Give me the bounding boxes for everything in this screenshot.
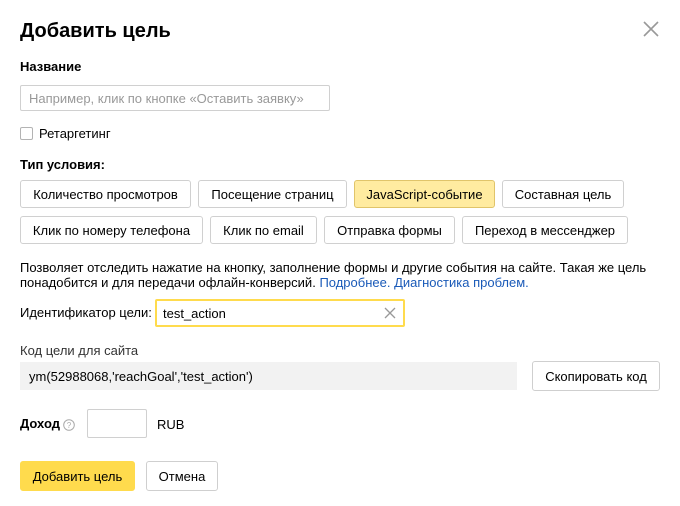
income-row: Доход ?	[20, 416, 75, 431]
copy-code-button[interactable]: Скопировать код	[532, 361, 660, 391]
chip-email-click[interactable]: Клик по email	[210, 216, 317, 244]
cancel-button[interactable]: Отмена	[146, 461, 218, 491]
income-label: Доход	[20, 416, 60, 431]
retargeting-label: Ретаргетинг	[39, 126, 111, 141]
chip-composite-goal[interactable]: Составная цель	[502, 180, 624, 208]
site-code-label: Код цели для сайта	[20, 343, 139, 358]
site-code-text: ym(52988068,'reachGoal','test_action')	[29, 368, 253, 384]
goal-id-input[interactable]	[157, 301, 377, 325]
svg-text:?: ?	[67, 421, 72, 430]
more-link[interactable]: Подробнее.	[319, 275, 390, 290]
chip-messenger[interactable]: Переход в мессенджер	[462, 216, 628, 244]
add-goal-dialog: Добавить цель Название Ретаргетинг Тип у…	[0, 0, 680, 506]
goal-id-field[interactable]	[155, 299, 405, 327]
chip-javascript-event[interactable]: JavaScript-событие	[354, 180, 495, 208]
condition-type-label: Тип условия:	[20, 157, 105, 172]
income-currency: RUB	[157, 417, 185, 432]
dialog-title: Добавить цель	[20, 20, 171, 42]
goal-id-label: Идентификатор цели:	[20, 305, 152, 320]
diagnostics-link[interactable]: Диагностика проблем.	[394, 275, 529, 290]
name-label: Название	[20, 59, 82, 74]
add-goal-button[interactable]: Добавить цель	[20, 461, 135, 491]
chip-page-visit[interactable]: Посещение страниц	[198, 180, 347, 208]
income-input[interactable]	[87, 409, 147, 438]
chip-phone-click[interactable]: Клик по номеру телефона	[20, 216, 203, 244]
condition-description: Позволяет отследить нажатие на кнопку, з…	[20, 260, 660, 290]
chip-views-count[interactable]: Количество просмотров	[20, 180, 191, 208]
goal-name-input[interactable]	[20, 85, 330, 111]
question-circle-icon[interactable]: ?	[63, 418, 75, 431]
retargeting-row[interactable]: Ретаргетинг	[20, 126, 111, 141]
site-code-value: ym(52988068,'reachGoal','test_action')	[20, 362, 517, 390]
close-icon[interactable]	[642, 20, 660, 38]
clear-icon[interactable]	[383, 306, 397, 320]
retargeting-checkbox[interactable]	[20, 127, 33, 140]
chip-form-submit[interactable]: Отправка формы	[324, 216, 455, 244]
